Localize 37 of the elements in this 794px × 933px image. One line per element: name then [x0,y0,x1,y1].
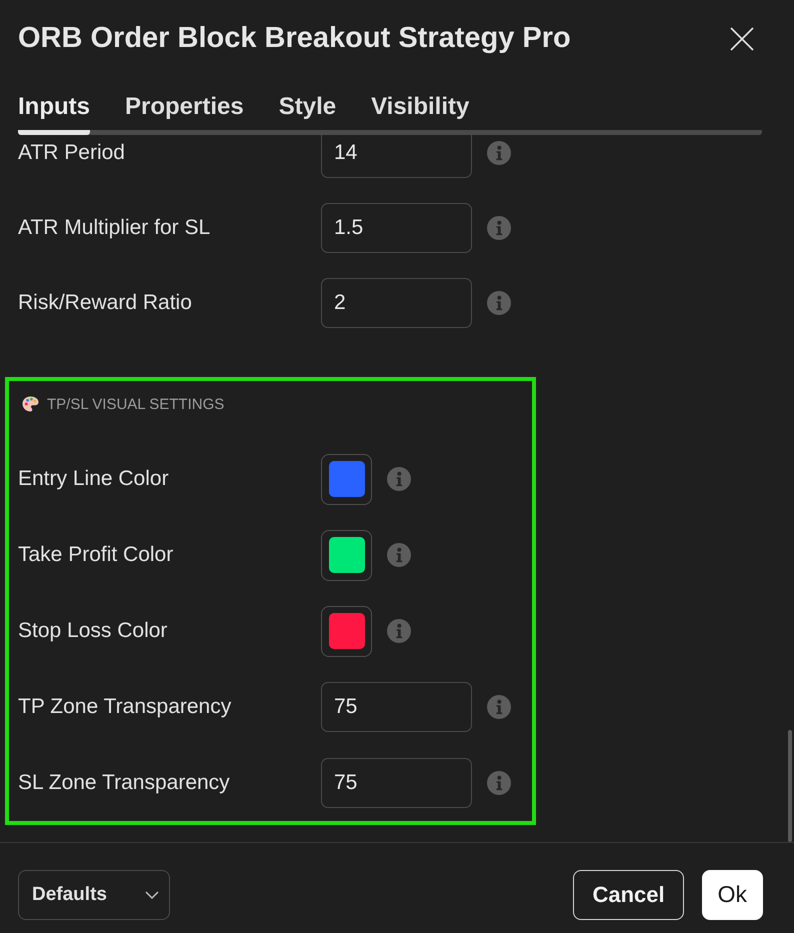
cancel-button[interactable]: Cancel [573,870,684,920]
info-icon[interactable] [387,619,411,643]
setting-label: ATR Multiplier for SL [18,214,212,240]
tab[interactable]: Inputs [18,77,90,135]
info-icon[interactable] [487,290,511,314]
number-field[interactable]: 75 [321,682,472,732]
close-icon[interactable] [730,26,754,50]
info-icon[interactable] [487,771,511,795]
number-field[interactable]: 14 [321,135,472,178]
color-picker[interactable] [321,454,372,504]
info-icon[interactable] [487,140,511,164]
setting-label: Entry Line Color [18,466,170,492]
number-field[interactable]: 2 [321,278,472,328]
color-picker[interactable] [321,530,372,580]
setting-label: Take Profit Color [18,542,174,568]
caret-icon [145,890,159,898]
info-icon[interactable] [387,467,411,491]
info-icon[interactable] [487,695,511,719]
dialog-title: ORB Order Block Breakout Strategy Pro [18,22,571,55]
tab[interactable]: Style [278,77,336,135]
defaults-dropdown[interactable]: Defaults [18,870,170,920]
info-icon[interactable] [487,216,511,240]
number-field[interactable]: 75 [321,758,472,808]
setting-label: Stop Loss Color [18,618,168,644]
section-heading: TP/SL VISUAL SETTINGS [47,396,224,412]
scrollbar-thumb[interactable] [788,730,792,842]
info-icon[interactable] [387,543,411,567]
tab[interactable]: Properties [125,77,244,135]
setting-label: TP Zone Transparency [18,694,232,720]
palette-icon [22,396,39,412]
setting-label: SL Zone Transparency [18,770,231,796]
setting-label: Risk/Reward Ratio [18,290,193,316]
tab[interactable]: Visibility [371,77,470,135]
setting-label: ATR Period [18,140,126,166]
color-picker[interactable] [321,606,372,656]
ok-button[interactable]: Ok [702,870,763,920]
number-field[interactable]: 1.5 [321,202,472,252]
